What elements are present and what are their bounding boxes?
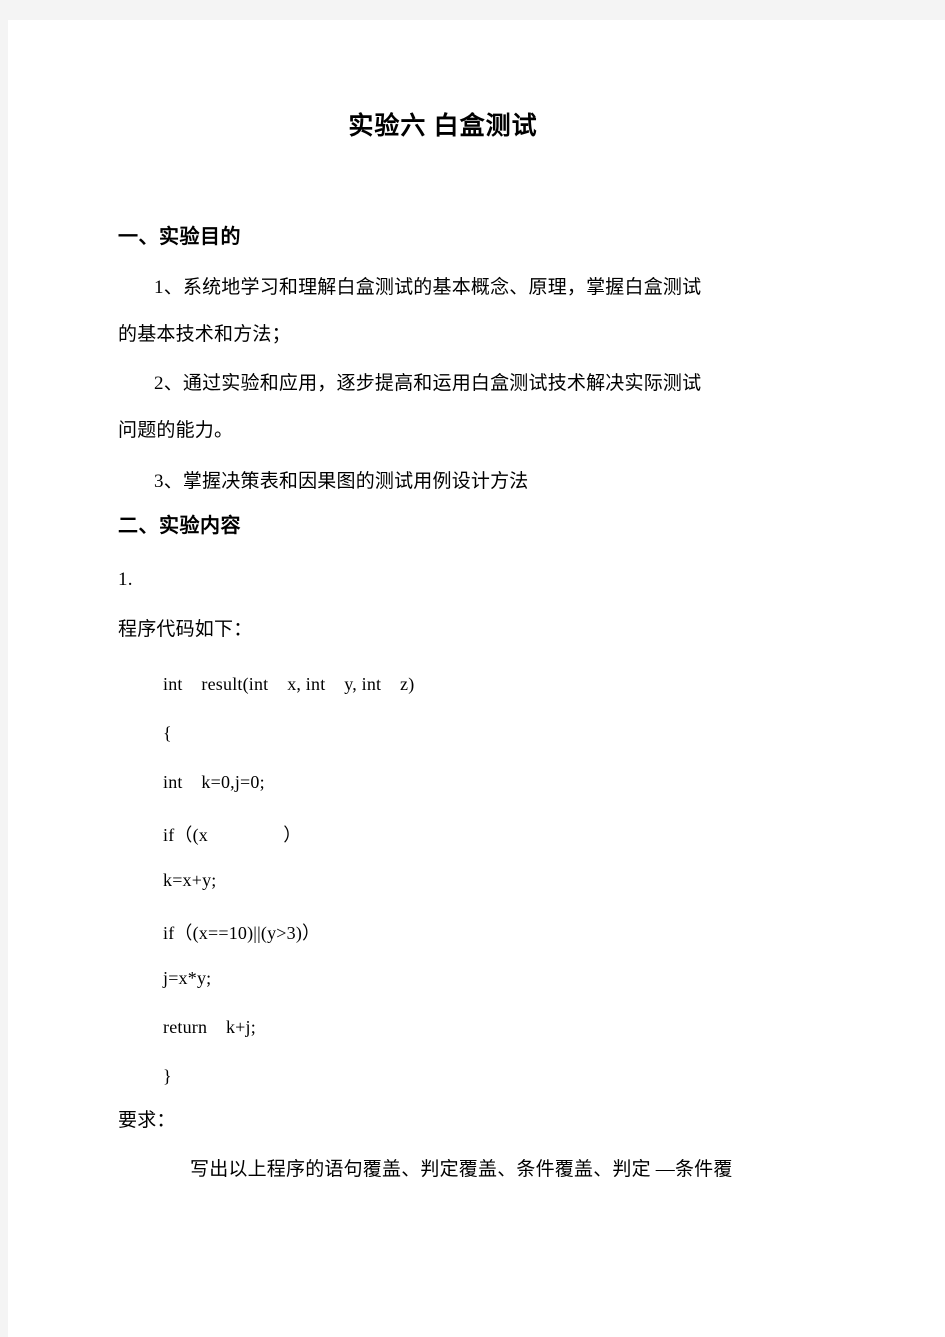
code-line-6: if（(x==10)||(y>3)） xyxy=(163,923,321,943)
objective-item-2-line-1: 2、通过实验和应用，逐步提高和运用白盒测试技术解决实际测试 xyxy=(154,373,702,394)
content-item-number: 1. xyxy=(118,569,133,590)
code-line-3: int k=0,j=0; xyxy=(163,772,265,792)
code-line-7: j=x*y; xyxy=(163,968,212,988)
requirement-text: 写出以上程序的语句覆盖、判定覆盖、条件覆盖、判定 —条件覆 xyxy=(190,1159,733,1180)
objective-item-1-line-2: 的基本技术和方法； xyxy=(118,324,291,345)
code-line-8: return k+j; xyxy=(163,1017,256,1037)
document-body: 实验六 白盒测试 一、实验目的 1、系统地学习和理解白盒测试的基本概念、原理，掌… xyxy=(8,20,945,1337)
section-heading-objectives: 一、实验目的 xyxy=(118,226,241,248)
code-line-5: k=x+y; xyxy=(163,870,217,890)
requirement-label: 要求： xyxy=(118,1110,176,1131)
objective-item-1-line-1: 1、系统地学习和理解白盒测试的基本概念、原理，掌握白盒测试 xyxy=(154,277,702,298)
code-line-9: } xyxy=(163,1066,172,1086)
page-title: 实验六 白盒测试 xyxy=(348,113,538,140)
code-intro-label: 程序代码如下： xyxy=(118,619,253,640)
document-page: 实验六 白盒测试 一、实验目的 1、系统地学习和理解白盒测试的基本概念、原理，掌… xyxy=(8,20,945,1337)
objective-item-2-line-2: 问题的能力。 xyxy=(118,420,234,441)
section-heading-contents: 二、实验内容 xyxy=(118,515,241,537)
objective-item-3: 3、掌握决策表和因果图的测试用例设计方法 xyxy=(154,471,529,492)
code-line-1: int result(int x, int y, int z) xyxy=(163,674,415,694)
code-line-2: { xyxy=(163,723,172,743)
code-line-4: if（(x ） xyxy=(163,825,302,845)
